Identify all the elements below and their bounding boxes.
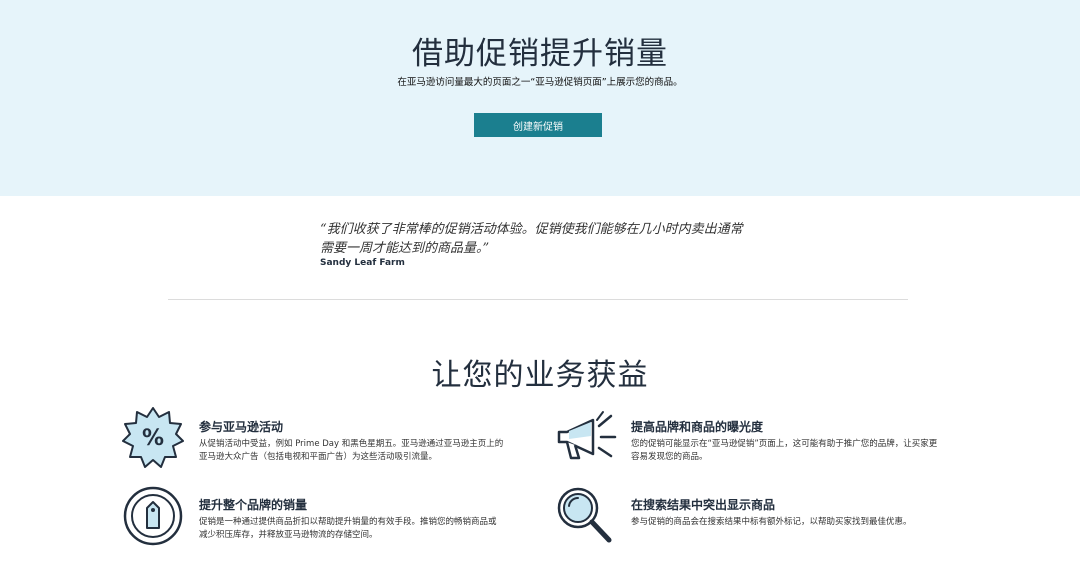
benefit-desc-line: 您的促销可能显示在“亚马逊促销”页面上，这可能有助于推广您的品牌，让买家更 <box>631 439 938 449</box>
testimonial-quote: “我们收获了非常棒的促销活动体验。促销使我们能够在几小时内卖出通常 需要一周才能… <box>320 220 760 258</box>
benefit-desc: 参与促销的商品会在搜索结果中标有额外标记，以帮助买家找到最佳优惠。 <box>631 516 981 529</box>
benefit-title: 在搜索结果中突出显示商品 <box>631 498 776 512</box>
testimonial-author: Sandy Leaf Farm <box>320 258 405 268</box>
quote-line-2: 需要一周才能达到的商品量。” <box>320 241 490 256</box>
hero-banner: 借助促销提升销量 在亚马逊访问量最大的页面之一“亚马逊促销页面”上展示您的商品。… <box>0 0 1080 196</box>
megaphone-icon <box>553 410 617 470</box>
section-divider <box>168 299 908 300</box>
benefit-desc: 从促销活动中受益，例如 Prime Day 和黑色星期五。亚马逊通过亚马逊主页上… <box>199 438 559 464</box>
benefit-desc-line: 促销是一种通过提供商品折扣以帮助提升销量的有效手段。推销您的畅销商品或 <box>199 517 497 527</box>
benefit-desc: 您的促销可能显示在“亚马逊促销”页面上，这可能有助于推广您的品牌，让买家更 容易… <box>631 438 981 464</box>
svg-text:%: % <box>142 426 164 451</box>
price-tag-icon <box>123 486 183 550</box>
magnifier-icon <box>554 486 614 550</box>
percent-badge-icon: % <box>122 406 184 472</box>
benefit-desc-line: 亚马逊大众广告（包括电视和平面广告）为这些活动吸引流量。 <box>199 452 438 462</box>
benefit-item-search: 在搜索结果中突出显示商品 参与促销的商品会在搜索结果中标有额外标记，以帮助买家找… <box>631 496 981 529</box>
benefit-desc-line: 参与促销的商品会在搜索结果中标有额外标记，以帮助买家找到最佳优惠。 <box>631 517 912 527</box>
quote-line-1: “我们收获了非常棒的促销活动体验。促销使我们能够在几小时内卖出通常 <box>320 222 743 237</box>
benefit-desc-line: 减少积压库存，并释放亚马逊物流的存储空间。 <box>199 530 378 540</box>
benefit-desc: 促销是一种通过提供商品折扣以帮助提升销量的有效手段。推销您的畅销商品或 减少积压… <box>199 516 559 542</box>
create-promotion-button[interactable]: 创建新促销 <box>474 113 602 137</box>
benefit-title: 提升整个品牌的销量 <box>199 498 308 512</box>
benefit-item-events: 参与亚马逊活动 从促销活动中受益，例如 Prime Day 和黑色星期五。亚马逊… <box>199 418 559 464</box>
benefit-title: 参与亚马逊活动 <box>199 420 284 434</box>
hero-subtitle: 在亚马逊访问量最大的页面之一“亚马逊促销页面”上展示您的商品。 <box>397 77 683 88</box>
benefits-title: 让您的业务获益 <box>431 358 649 393</box>
benefit-title: 提高品牌和商品的曝光度 <box>631 420 764 434</box>
benefit-desc-line: 容易发现您的商品。 <box>631 452 708 462</box>
benefit-desc-line: 从促销活动中受益，例如 Prime Day 和黑色星期五。亚马逊通过亚马逊主页上… <box>199 439 504 449</box>
benefit-item-brand-sales: 提升整个品牌的销量 促销是一种通过提供商品折扣以帮助提升销量的有效手段。推销您的… <box>199 496 559 542</box>
benefit-item-visibility: 提高品牌和商品的曝光度 您的促销可能显示在“亚马逊促销”页面上，这可能有助于推广… <box>631 418 981 464</box>
hero-title: 借助促销提升销量 <box>412 36 668 72</box>
